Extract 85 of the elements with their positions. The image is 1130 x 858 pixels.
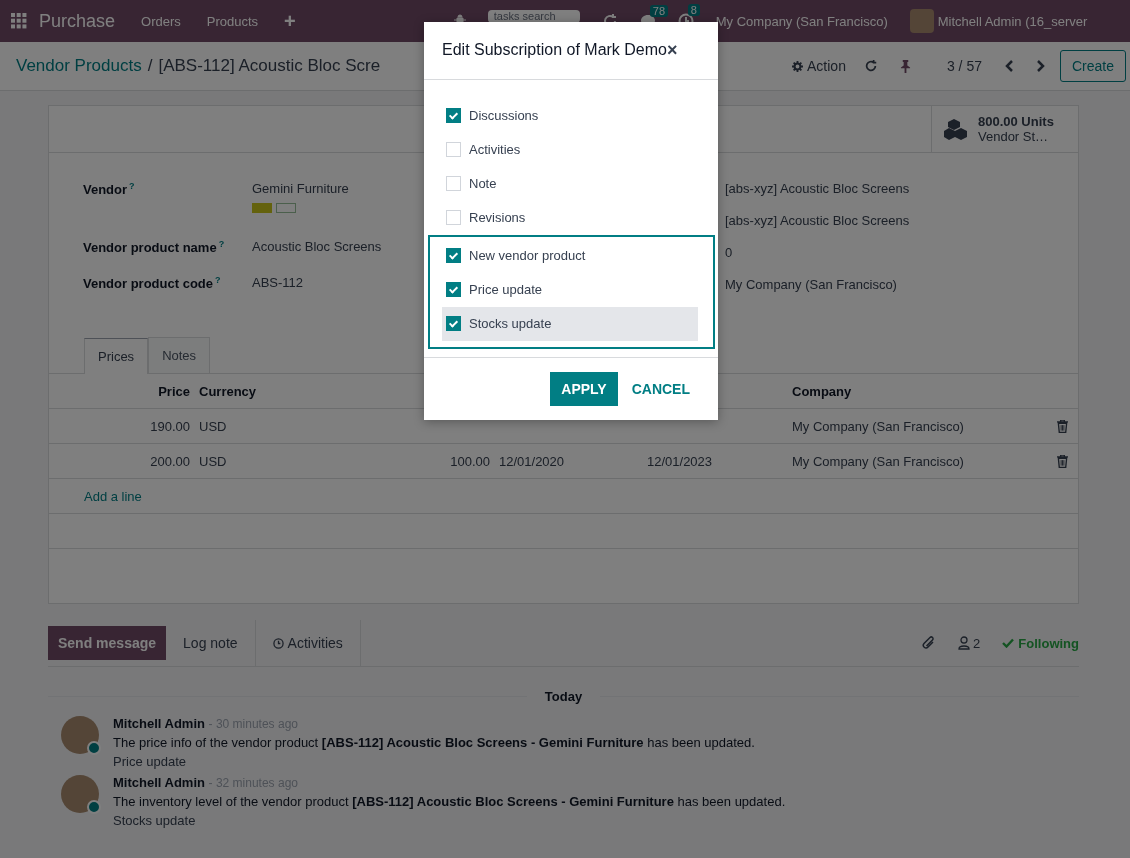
field-value: [abs-xyz] Acoustic Bloc Screens [725,213,911,228]
app-name[interactable]: Purchase [39,10,116,32]
paperclip-icon[interactable] [922,635,937,651]
following-button[interactable]: Following [1002,635,1079,651]
pin-icon[interactable] [899,59,911,73]
message-author[interactable]: Mitchell Admin [113,775,205,790]
log-note-button[interactable]: Log note [166,620,255,666]
checkbox-label[interactable]: Note [469,176,497,192]
pager-value: 3 / 57 [946,58,982,74]
notebook-tab[interactable]: Notes [148,337,211,373]
checkbox-label[interactable]: Revisions [469,210,526,226]
message-text: The inventory level of the vendor product [ABS-112] Acoustic Bloc Screens - Gemini Furniture has been updated. [113,794,786,809]
breadcrumb-link[interactable]: Vendor Products [16,56,142,76]
stat-value: 800.00 Units [978,114,1054,129]
send-message-button[interactable]: Send message [48,626,167,660]
checkbox[interactable] [446,248,461,264]
dialog-title: Edit Subscription of Mark Demo [442,41,667,60]
stat-label: Vendor St… [978,129,1050,144]
table-cell: 12/01/2023 [647,453,713,469]
table-cell-text: USD [198,453,228,469]
online-status-icon [87,800,101,814]
online-status-icon [87,741,101,755]
add-line-link[interactable]: Add a line [84,488,142,504]
user-avatar[interactable] [61,775,99,813]
apply-button[interactable]: APPLY [550,371,618,406]
apps-menu-icon[interactable] [11,13,27,29]
notebook-tab[interactable]: Prices [84,338,149,374]
next-icon[interactable] [1035,59,1046,73]
user-avatar[interactable] [61,716,99,754]
table-cell: 100.00 [450,453,490,469]
message-subtype: Price update [113,754,187,769]
person-icon[interactable] [958,636,971,650]
checkbox-label[interactable]: Price update [469,282,542,298]
checkbox-label[interactable]: Discussions [469,108,539,124]
record-title: [ABS-112] Acoustic Bloc Scre [158,56,381,76]
field-label: Vendor product code$^{?}$ [83,275,222,294]
add-menu[interactable]: + [284,9,296,33]
search-field[interactable]: tasks search [487,9,580,23]
checkbox[interactable] [446,316,461,332]
field-value: ABS-112 [252,275,304,290]
close-button[interactable]: × [667,39,678,61]
create-button[interactable]: Create [1059,50,1126,82]
message-subtype: Stocks update [113,813,197,828]
field-value: [abs-xyz] Acoustic Bloc Screens [725,181,911,196]
column-header[interactable]: Price [49,383,190,399]
color-swatch-icon[interactable] [252,203,296,213]
field-label: Vendor$^{?}$ [83,181,136,200]
message-count-badge: 78 [649,5,669,17]
breadcrumb-separator: / [147,56,153,76]
menu-item[interactable]: Orders [141,13,181,29]
table-cell-text: 190.00 [149,418,190,434]
clock-icon [272,637,284,649]
table-cell-text: My Company (San Francisco) [792,453,965,469]
field-label: Vendor product name$^{?}$ [83,239,226,258]
table-cell-text: My Company (San Francisco) [792,418,965,434]
checkbox[interactable] [446,108,461,124]
field-value: Gemini Furniture [252,181,349,196]
trash-icon[interactable] [1057,454,1068,468]
menu-item[interactable]: Products [206,13,259,29]
checkbox[interactable] [446,282,461,298]
cancel-button[interactable]: CANCEL [619,371,702,406]
action-button[interactable]: Action [792,58,846,74]
checkbox-label[interactable]: Activities [469,142,521,158]
gear-icon [792,60,803,72]
message-text: The price info of the vendor product [ABS-112] Acoustic Bloc Screens - Gemini Furniture has been updated. [113,735,755,750]
table-cell-text: 200.00 [149,453,190,469]
checkbox-label[interactable]: New vendor product [469,248,586,264]
previous-icon[interactable] [1003,59,1014,73]
trash-icon[interactable] [1057,419,1068,433]
field-value: Acoustic Bloc Screens [252,239,382,254]
date-separator: Today [544,689,583,704]
checkbox-label[interactable]: Stocks update [469,316,552,332]
column-header[interactable]: Currency [190,383,369,399]
column-header[interactable]: Company [792,383,1057,399]
table-cell-text: USD [198,418,228,434]
checkmark-icon [1002,638,1015,648]
table-cell: 12/01/2020 [499,453,565,469]
message-author[interactable]: Mitchell Admin [113,716,205,731]
follower-count[interactable]: 2 [973,635,981,651]
activities-button[interactable]: Activities [254,620,361,666]
activity-count-badge: 8 [687,4,700,16]
option-row-highlight[interactable]: Stocks update [442,306,698,341]
field-value: 0 [725,245,734,260]
user-menu[interactable]: Mitchell Admin (16_server [937,13,1088,29]
field-value: My Company (San Francisco) [725,277,898,292]
